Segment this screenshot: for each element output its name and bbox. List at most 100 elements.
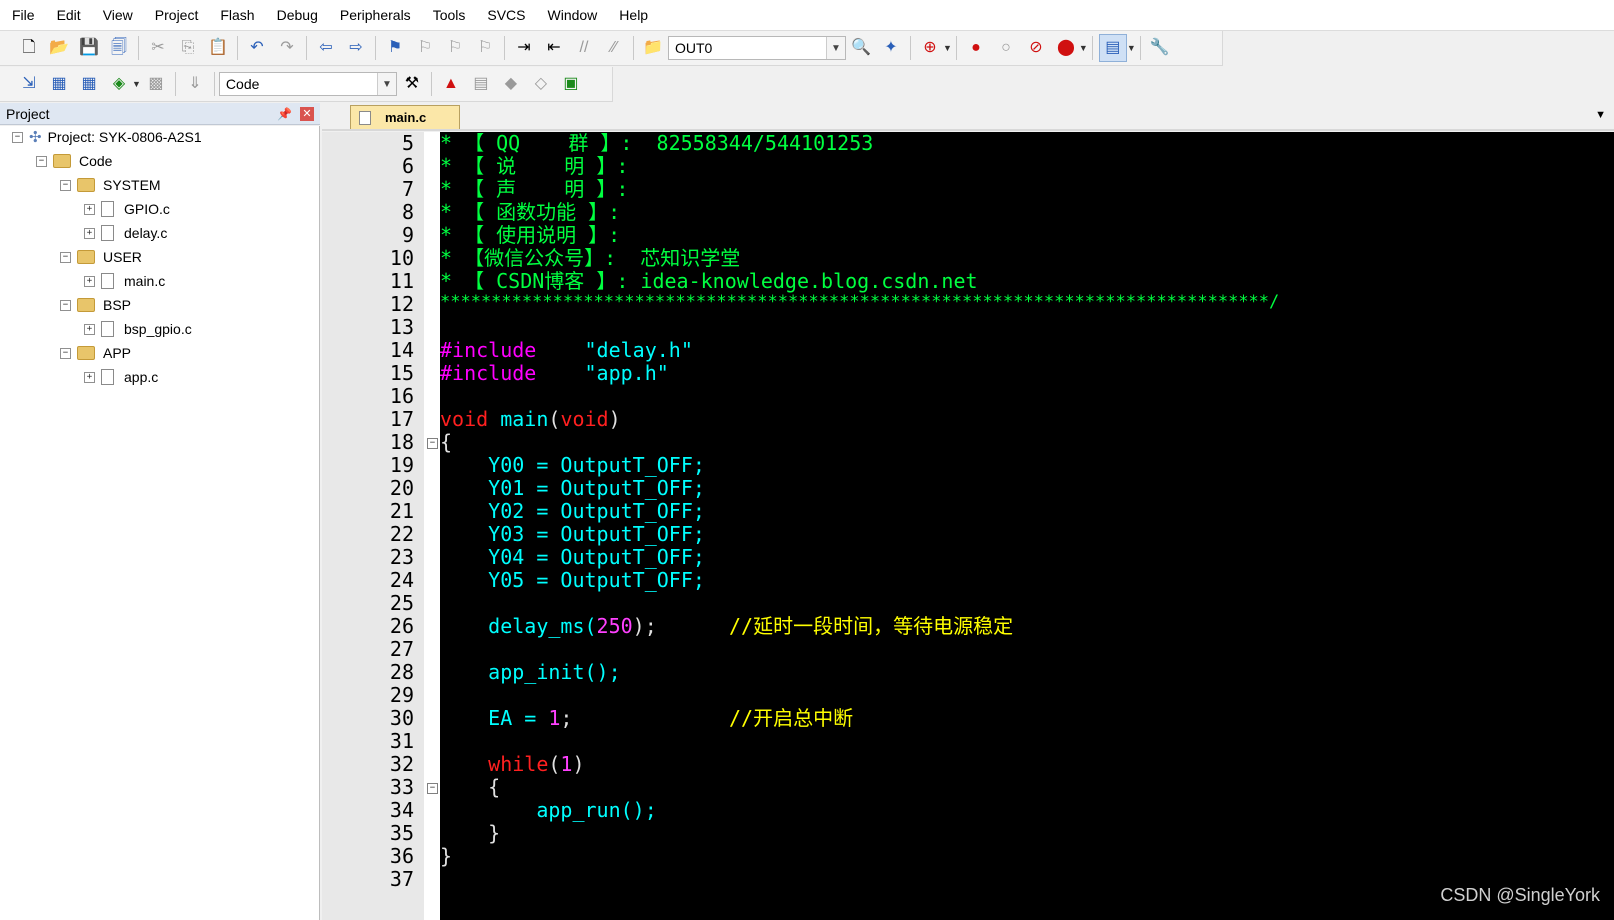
menu-window[interactable]: Window	[537, 0, 609, 30]
select-device-icon[interactable]: ◇	[528, 71, 554, 97]
enable-breakpoint-icon[interactable]: ○	[993, 35, 1019, 61]
punctuation: )	[572, 752, 585, 776]
navigate-forward-icon[interactable]: ⇨	[343, 35, 369, 61]
chevron-down-icon[interactable]: ▼	[1079, 43, 1088, 53]
menu-svcs[interactable]: SVCS	[476, 0, 536, 30]
target-combo[interactable]: Code ▼	[218, 72, 397, 96]
menu-view[interactable]: View	[92, 0, 144, 30]
unindent-icon[interactable]: ⇤	[541, 35, 567, 61]
pin-icon[interactable]: 📌	[277, 107, 292, 121]
save-all-icon[interactable]: 🗐	[106, 35, 132, 61]
tree-item-file[interactable]: + main.c	[84, 270, 165, 292]
tree-item-project[interactable]: − ✣ Project: SYK-0806-A2S1	[12, 126, 202, 148]
navigate-back-icon[interactable]: ⇦	[313, 35, 339, 61]
menu-project[interactable]: Project	[144, 0, 210, 30]
tab-main-c[interactable]: main.c	[350, 105, 460, 129]
expand-icon[interactable]: +	[84, 227, 95, 239]
copy-icon[interactable]: ⎘	[175, 35, 201, 61]
tab-label: main.c	[385, 110, 427, 125]
fold-collapse-icon[interactable]: −	[427, 438, 438, 449]
tree-item-folder-user[interactable]: − USER	[60, 246, 142, 268]
target-options-icon[interactable]: ⚒	[399, 71, 425, 97]
code-line: * 【 QQ 群 】: 82558344/544101253	[440, 132, 874, 155]
tree-item-file[interactable]: + GPIO.c	[84, 198, 170, 220]
collapse-icon[interactable]: −	[12, 131, 23, 143]
chevron-down-icon[interactable]: ▼	[376, 73, 396, 95]
open-file-icon[interactable]: 📂	[46, 35, 72, 61]
tree-item-folder-app[interactable]: − APP	[60, 342, 131, 364]
configure-icon[interactable]: 🔧	[1147, 35, 1173, 61]
toolbar-separator	[306, 36, 307, 60]
menu-tools[interactable]: Tools	[422, 0, 477, 30]
tree-item-folder-system[interactable]: − SYSTEM	[60, 174, 161, 196]
menu-flash[interactable]: Flash	[209, 0, 265, 30]
file-extensions-icon[interactable]: ▤	[468, 71, 494, 97]
build-icon[interactable]: ▦	[46, 71, 72, 97]
insert-breakpoint-icon[interactable]: ●	[963, 35, 989, 61]
tree-item-group-code[interactable]: − Code	[36, 150, 112, 172]
menu-help[interactable]: Help	[608, 0, 659, 30]
new-file-icon[interactable]: 🗋	[16, 35, 42, 61]
indent-icon[interactable]: ⇥	[511, 35, 537, 61]
find-icon[interactable]: 🔍	[848, 35, 874, 61]
debug-session-icon[interactable]: ⊕	[917, 35, 943, 61]
redo-icon[interactable]: ↷	[274, 35, 300, 61]
clear-bookmarks-icon[interactable]: ⚐	[472, 35, 498, 61]
stop-build-icon[interactable]: ▩	[143, 71, 169, 97]
save-icon[interactable]: 💾	[76, 35, 102, 61]
chevron-down-icon[interactable]: ▼	[943, 43, 952, 53]
expand-icon[interactable]: +	[84, 275, 95, 287]
close-icon[interactable]: ✕	[300, 106, 314, 121]
chevron-down-icon[interactable]: ▼	[1595, 109, 1606, 121]
collapse-icon[interactable]: −	[36, 155, 47, 167]
menu-edit[interactable]: Edit	[46, 0, 92, 30]
cut-icon[interactable]: ✂	[145, 35, 171, 61]
tree-item-folder-bsp[interactable]: − BSP	[60, 294, 131, 316]
menu-file[interactable]: File	[0, 0, 46, 30]
menu-debug[interactable]: Debug	[266, 0, 329, 30]
tree-item-file[interactable]: + app.c	[84, 366, 158, 388]
code-line: * 【 说 明 】:	[440, 154, 629, 178]
window-layout-icon[interactable]: ▤	[1098, 34, 1127, 62]
line-comment: //开启总中断	[729, 706, 854, 730]
paste-icon[interactable]: 📋	[205, 35, 231, 61]
next-bookmark-icon[interactable]: ⚐	[442, 35, 468, 61]
manage-components-icon[interactable]: ▲	[438, 71, 464, 97]
rebuild-icon[interactable]: ▦	[76, 71, 102, 97]
line-number: 18	[389, 430, 414, 454]
incremental-find-icon[interactable]: ✦	[878, 35, 904, 61]
menu-peripherals[interactable]: Peripherals	[329, 0, 422, 30]
bookmark-icon[interactable]: ⚑	[382, 35, 408, 61]
translate-icon[interactable]: ⇲	[16, 71, 42, 97]
expand-icon[interactable]: +	[84, 323, 95, 335]
toolbar-separator	[633, 36, 634, 60]
collapse-icon[interactable]: −	[60, 179, 71, 191]
project-panel-title: Project	[6, 105, 50, 122]
uncomment-icon[interactable]: ⁄⁄	[601, 35, 627, 61]
expand-icon[interactable]: +	[84, 371, 95, 383]
code-editor[interactable]: * 【 QQ 群 】: 82558344/544101253 * 【 说 明 】…	[440, 132, 1614, 920]
collapse-icon[interactable]: −	[60, 299, 71, 311]
expand-icon[interactable]: +	[84, 203, 95, 215]
collapse-icon[interactable]: −	[60, 347, 71, 359]
tree-item-file[interactable]: + bsp_gpio.c	[84, 318, 192, 340]
file-icon	[101, 369, 114, 385]
fold-collapse-icon[interactable]: −	[427, 783, 438, 794]
pack-installer-icon[interactable]: ◆	[498, 71, 524, 97]
batch-build-icon[interactable]: ◈	[106, 71, 132, 97]
tree-item-file[interactable]: + delay.c	[84, 222, 167, 244]
find-in-files-icon[interactable]: 📁	[640, 35, 666, 61]
chevron-down-icon[interactable]: ▼	[1127, 43, 1136, 53]
collapse-icon[interactable]: −	[60, 251, 71, 263]
comment-icon[interactable]: //	[571, 35, 597, 61]
undo-icon[interactable]: ↶	[244, 35, 270, 61]
chevron-down-icon[interactable]: ▼	[132, 79, 141, 89]
prev-bookmark-icon[interactable]: ⚐	[412, 35, 438, 61]
code-line: EA = 1; //开启总中断	[440, 707, 853, 730]
chevron-down-icon[interactable]: ▼	[826, 37, 845, 59]
disable-breakpoints-icon[interactable]: ⊘	[1023, 35, 1049, 61]
kill-breakpoints-icon[interactable]: ⬤	[1053, 35, 1079, 61]
download-icon[interactable]: ⇓	[182, 71, 208, 97]
find-combo[interactable]: OUT0 ▼	[668, 36, 846, 60]
run-time-environment-icon[interactable]: ▣	[558, 71, 584, 97]
